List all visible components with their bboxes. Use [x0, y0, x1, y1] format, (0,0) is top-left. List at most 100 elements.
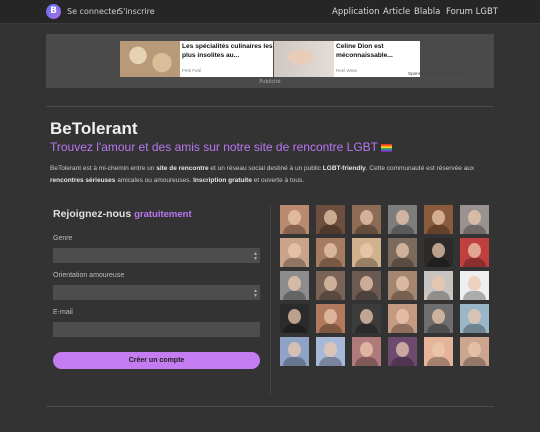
avatar-body: [391, 324, 414, 333]
genre-select[interactable]: ▴ ▾: [53, 248, 260, 263]
avatar-face: [324, 276, 337, 291]
avatar-face: [432, 309, 445, 324]
site-logo[interactable]: B: [46, 4, 61, 19]
nav-article[interactable]: Article: [383, 7, 410, 17]
avatar-body: [463, 291, 486, 300]
profile-photo[interactable]: [280, 304, 309, 333]
avatar-face: [360, 210, 373, 225]
avatar-face: [468, 210, 481, 225]
profile-photo[interactable]: [280, 238, 309, 267]
avatar-body: [391, 357, 414, 366]
site-description: BeTolerant est à mi-chemin entre un site…: [50, 163, 500, 187]
avatar-face: [324, 309, 337, 324]
profile-photo[interactable]: [316, 238, 345, 267]
profile-photo[interactable]: [460, 304, 489, 333]
nav-forum-lgbt[interactable]: Forum LGBT: [446, 7, 498, 17]
description-highlight: Inscription gratuite: [193, 177, 252, 184]
avatar-face: [324, 243, 337, 258]
profile-photo[interactable]: [424, 238, 453, 267]
profile-photo[interactable]: [388, 238, 417, 267]
avatar-body: [319, 258, 342, 267]
profile-photo[interactable]: [316, 304, 345, 333]
avatar-face: [468, 309, 481, 324]
profile-photo[interactable]: [316, 337, 345, 366]
sponsored-links-label[interactable]: Sponsored Links by Taboola: [408, 71, 466, 76]
ad-card-culinary[interactable]: Les spécialités culinaires les plus inso…: [120, 41, 273, 77]
avatar-face: [360, 243, 373, 258]
avatar-face: [288, 210, 301, 225]
profile-photo[interactable]: [388, 205, 417, 234]
profile-photo[interactable]: [424, 337, 453, 366]
profile-photo[interactable]: [424, 304, 453, 333]
profile-photo[interactable]: [280, 205, 309, 234]
profile-photo[interactable]: [316, 271, 345, 300]
avatar-body: [283, 357, 306, 366]
profile-photo[interactable]: [388, 304, 417, 333]
top-navigation-bar: B Se connecter S'inscrire Application Ar…: [0, 0, 540, 24]
avatar-body: [283, 291, 306, 300]
orientation-select[interactable]: ▴ ▾: [53, 285, 260, 300]
profile-photo[interactable]: [352, 271, 381, 300]
profile-photo[interactable]: [352, 238, 381, 267]
avatar-face: [468, 276, 481, 291]
avatar-face: [396, 210, 409, 225]
profile-photo[interactable]: [424, 205, 453, 234]
profile-photo[interactable]: [460, 205, 489, 234]
avatar-face: [432, 210, 445, 225]
avatar-face: [468, 342, 481, 357]
description-text: . Cette communauté est réservée aux: [365, 165, 475, 172]
avatar-face: [432, 276, 445, 291]
profile-photo[interactable]: [280, 271, 309, 300]
avatar-body: [355, 291, 378, 300]
profile-photo[interactable]: [388, 337, 417, 366]
profile-photo[interactable]: [352, 304, 381, 333]
description-highlight: LGBT-friendly: [322, 165, 366, 172]
description-text: et ouverte à tous.: [251, 177, 305, 184]
avatar-body: [391, 225, 414, 234]
avatar-body: [463, 357, 486, 366]
avatar-body: [463, 324, 486, 333]
email-label: E-mail: [53, 309, 73, 316]
profile-photo[interactable]: [388, 271, 417, 300]
avatar-body: [283, 225, 306, 234]
description-text: et un réseau social destiné à un public: [208, 165, 323, 172]
avatar-face: [396, 276, 409, 291]
profile-photo[interactable]: [460, 271, 489, 300]
avatar-body: [355, 225, 378, 234]
avatar-face: [396, 309, 409, 324]
profile-photo[interactable]: [352, 205, 381, 234]
profile-photo[interactable]: [316, 205, 345, 234]
avatar-body: [427, 291, 450, 300]
signup-link[interactable]: S'inscrire: [118, 7, 155, 16]
advertisement-block: Les spécialités culinaires les plus inso…: [46, 34, 494, 88]
ad-thumbnail-image: [274, 41, 334, 77]
avatar-face: [360, 342, 373, 357]
profile-photo[interactable]: [280, 337, 309, 366]
tagline: Trouvez l'amour et des amis sur notre si…: [50, 140, 392, 154]
avatar-body: [319, 291, 342, 300]
avatar-face: [360, 276, 373, 291]
avatar-body: [391, 258, 414, 267]
profile-photo[interactable]: [424, 271, 453, 300]
avatar-body: [319, 225, 342, 234]
nav-blabla[interactable]: Blabla: [414, 7, 440, 17]
profile-photo[interactable]: [460, 337, 489, 366]
ad-card-celine-dion[interactable]: Celine Dion est méconnaissable... Reel W…: [274, 41, 420, 77]
avatar-body: [283, 324, 306, 333]
nav-application[interactable]: Application: [332, 7, 380, 17]
genre-label: Genre: [53, 235, 73, 242]
profile-photo[interactable]: [460, 238, 489, 267]
avatar-face: [468, 243, 481, 258]
form-heading: Rejoignez-nous gratuitement: [53, 208, 192, 220]
section-divider: [46, 106, 494, 107]
ad-card-source: Petit Futé: [182, 68, 202, 73]
avatar-face: [396, 243, 409, 258]
login-link[interactable]: Se connecter: [67, 7, 120, 16]
avatar-face: [432, 243, 445, 258]
profile-photo[interactable]: [352, 337, 381, 366]
page-title: BeTolerant: [50, 119, 138, 138]
email-field[interactable]: [53, 322, 260, 337]
create-account-button[interactable]: Créer un compte: [53, 352, 260, 369]
avatar-face: [396, 342, 409, 357]
avatar-face: [288, 243, 301, 258]
